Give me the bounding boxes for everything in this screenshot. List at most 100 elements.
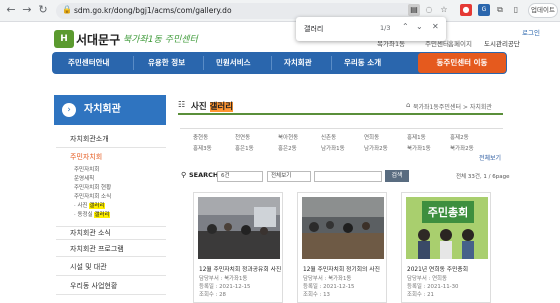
toplink-corp[interactable]: 도시관리공단 xyxy=(484,38,520,48)
lnb-item-program[interactable]: 자치회관 프로그램 xyxy=(56,243,166,257)
nav-divider xyxy=(133,56,134,70)
card-title[interactable]: 2021년 연희동 주민총회 xyxy=(407,264,468,273)
star-icon[interactable]: ☆ xyxy=(438,4,450,16)
lnb-sub-rules[interactable]: 운영세칙 xyxy=(74,174,94,182)
lnb-sub-office-gallery[interactable]: · 동정실 갤러리 xyxy=(74,210,110,218)
card-title[interactable]: 12월 주민자치회 정기회의 사진 xyxy=(303,264,380,273)
page-size-select[interactable]: 6건 xyxy=(217,171,263,182)
home-icon: ⌂ xyxy=(406,101,411,109)
search-label: SEARCH xyxy=(189,171,219,179)
back-icon[interactable]: ← xyxy=(4,3,18,17)
dong-link[interactable]: 북가좌2동 xyxy=(450,144,474,152)
move-center-button[interactable]: 동주민센터 이동 xyxy=(418,53,506,73)
lnb-item-intro[interactable]: 자치회관소개 xyxy=(56,134,166,148)
dong-link[interactable]: 남가좌1동 xyxy=(321,144,345,152)
logo-slogan: 북가좌1동 주민센터 xyxy=(123,35,198,45)
find-count: 1/3 xyxy=(380,24,391,32)
find-input[interactable]: 갤러리 xyxy=(304,24,323,34)
nav-center-info[interactable]: 주민센터안내 xyxy=(68,57,109,68)
find-match: 갤러리 xyxy=(89,203,105,209)
dong-link[interactable]: 북아현동 xyxy=(278,133,298,141)
lnb-sub-photo-gallery[interactable]: · 사진 갤러리 xyxy=(74,201,105,209)
dong-link[interactable]: 신촌동 xyxy=(321,133,336,141)
lnb-item-news[interactable]: 자치회관 소식 xyxy=(56,226,166,240)
gallery-photo[interactable]: 주민총회 xyxy=(406,197,488,259)
nav-divider xyxy=(203,56,204,70)
gallery-photo[interactable] xyxy=(302,197,384,259)
page-title: 사진 갤러리 xyxy=(191,102,234,112)
chevron-right-icon: › xyxy=(62,103,76,117)
nav-self-hall[interactable]: 자치회관 xyxy=(284,57,312,68)
lnb-sub-news[interactable]: 주민자치회 소식 xyxy=(74,192,111,200)
dong-filter: 충현동 천연동 북아현동 신촌동 연희동 홍제1동 홍제2동 홍제3동 홍은1동… xyxy=(180,128,503,160)
page: ← → ↻ 🔒 sdm.go.kr/dong/bgj1/acms/com/gal… xyxy=(0,0,560,303)
find-icon[interactable]: ▤ xyxy=(408,4,420,16)
card-views: 조회수 : 28 xyxy=(199,292,226,298)
card-title[interactable]: 12월 주민자치회 정과공유회 사진 xyxy=(199,264,281,273)
total-count: 전체 33건, 1 / 6page xyxy=(456,174,510,180)
card-date: 등록일 : 2021-12-15 xyxy=(303,284,355,290)
find-match-current: 갤러리 xyxy=(209,102,234,112)
lnb-sub-status[interactable]: 주민자치회 현황 xyxy=(74,183,111,191)
dong-link[interactable]: 충현동 xyxy=(193,133,208,141)
card-date: 등록일 : 2021-12-15 xyxy=(199,284,251,290)
extension-icon[interactable]: ● xyxy=(460,4,472,16)
search-input[interactable] xyxy=(314,171,382,182)
find-next-icon[interactable]: ⌄ xyxy=(416,22,423,31)
toplink-home[interactable]: 홈페이지 xyxy=(448,38,472,48)
nav-useful-info[interactable]: 유용한 정보 xyxy=(148,57,185,68)
puzzle-icon[interactable]: ⧉ xyxy=(494,4,506,16)
gallery-card[interactable]: 12월 주민자치회 정과공유회 사진 담당부서 : 북가좌1동 등록일 : 20… xyxy=(193,192,283,303)
dong-link[interactable]: 남가좌2동 xyxy=(364,144,388,152)
nav-about-dong[interactable]: 우리동 소개 xyxy=(344,57,381,68)
card-author: 담당부서 : 북가좌1동 xyxy=(199,276,248,282)
eye-off-icon[interactable]: ◌ xyxy=(423,4,435,16)
title-divider xyxy=(178,113,503,115)
login-link[interactable]: 로그인 xyxy=(522,27,540,37)
dong-link[interactable]: 홍은2동 xyxy=(278,144,297,152)
svg-text:주민총회: 주민총회 xyxy=(428,205,468,219)
dong-link[interactable]: 홍은1동 xyxy=(235,144,254,152)
dong-link[interactable]: 북가좌1동 xyxy=(407,144,431,152)
lnb-item-facility[interactable]: 시설 및 대관 xyxy=(56,262,166,276)
lock-icon[interactable]: 🔒 xyxy=(60,3,74,17)
nav-civil-service[interactable]: 민원서비스 xyxy=(216,57,251,68)
gallery-card[interactable]: 주민총회 2021년 연희동 주민총회 담당부서 : 연희동 등록일 : 202… xyxy=(401,192,491,303)
search-button[interactable]: 검색 xyxy=(385,170,409,182)
breadcrumb: 북가좌1동주민센터 > 자치회관 xyxy=(413,104,492,111)
logo-mark: H xyxy=(54,30,74,48)
update-button[interactable]: 업데이트 xyxy=(528,3,558,18)
url-text: sdm.go.kr/dong/bgj1/acms/com/gallery.do xyxy=(74,6,232,15)
browser-toolbar: ← → ↻ 🔒 sdm.go.kr/dong/bgj1/acms/com/gal… xyxy=(0,0,560,22)
lnb-sub-council[interactable]: 주민자치회 xyxy=(74,165,99,173)
nav-divider xyxy=(331,56,332,70)
forward-icon[interactable]: → xyxy=(20,3,34,17)
dong-link[interactable]: 홍제2동 xyxy=(450,133,469,141)
card-date: 등록일 : 2021-11-30 xyxy=(407,284,459,290)
card-views: 조회수 : 21 xyxy=(407,292,434,298)
lnb-item-council[interactable]: 주민자치회 xyxy=(56,152,166,166)
find-close-icon[interactable]: ✕ xyxy=(432,22,439,31)
dong-link[interactable]: 홍제3동 xyxy=(193,144,212,152)
find-prev-icon[interactable]: ⌃ xyxy=(402,22,409,31)
search-type-select[interactable]: 전체보기 xyxy=(267,171,311,182)
sidepanel-icon[interactable]: ▯ xyxy=(510,4,522,16)
dong-link[interactable]: 천연동 xyxy=(235,133,250,141)
find-bar: 갤러리 1/3 ⌃ ⌄ ✕ xyxy=(296,17,446,41)
card-author: 담당부서 : 연희동 xyxy=(407,276,447,282)
list-icon: ☷ xyxy=(178,100,186,109)
gallery-photo[interactable] xyxy=(198,197,280,259)
card-author: 담당부서 : 북가좌1동 xyxy=(303,276,352,282)
dong-link[interactable]: 홍제1동 xyxy=(407,133,426,141)
search-icon: ⚲ xyxy=(181,171,187,179)
find-match: 갤러리 xyxy=(94,212,110,218)
nav-divider xyxy=(271,56,272,70)
dong-link[interactable]: 연희동 xyxy=(364,133,379,141)
gallery-card[interactable]: 12월 주민자치회 정기회의 사진 담당부서 : 북가좌1동 등록일 : 202… xyxy=(297,192,387,303)
lnb-item-project[interactable]: 우리동 사업현황 xyxy=(56,281,166,295)
card-views: 조회수 : 13 xyxy=(303,292,330,298)
translate-icon[interactable]: G xyxy=(478,4,490,16)
view-all-link[interactable]: 전체보기 xyxy=(479,153,501,162)
reload-icon[interactable]: ↻ xyxy=(36,3,50,17)
logo-name[interactable]: 서대문구 xyxy=(76,31,120,48)
